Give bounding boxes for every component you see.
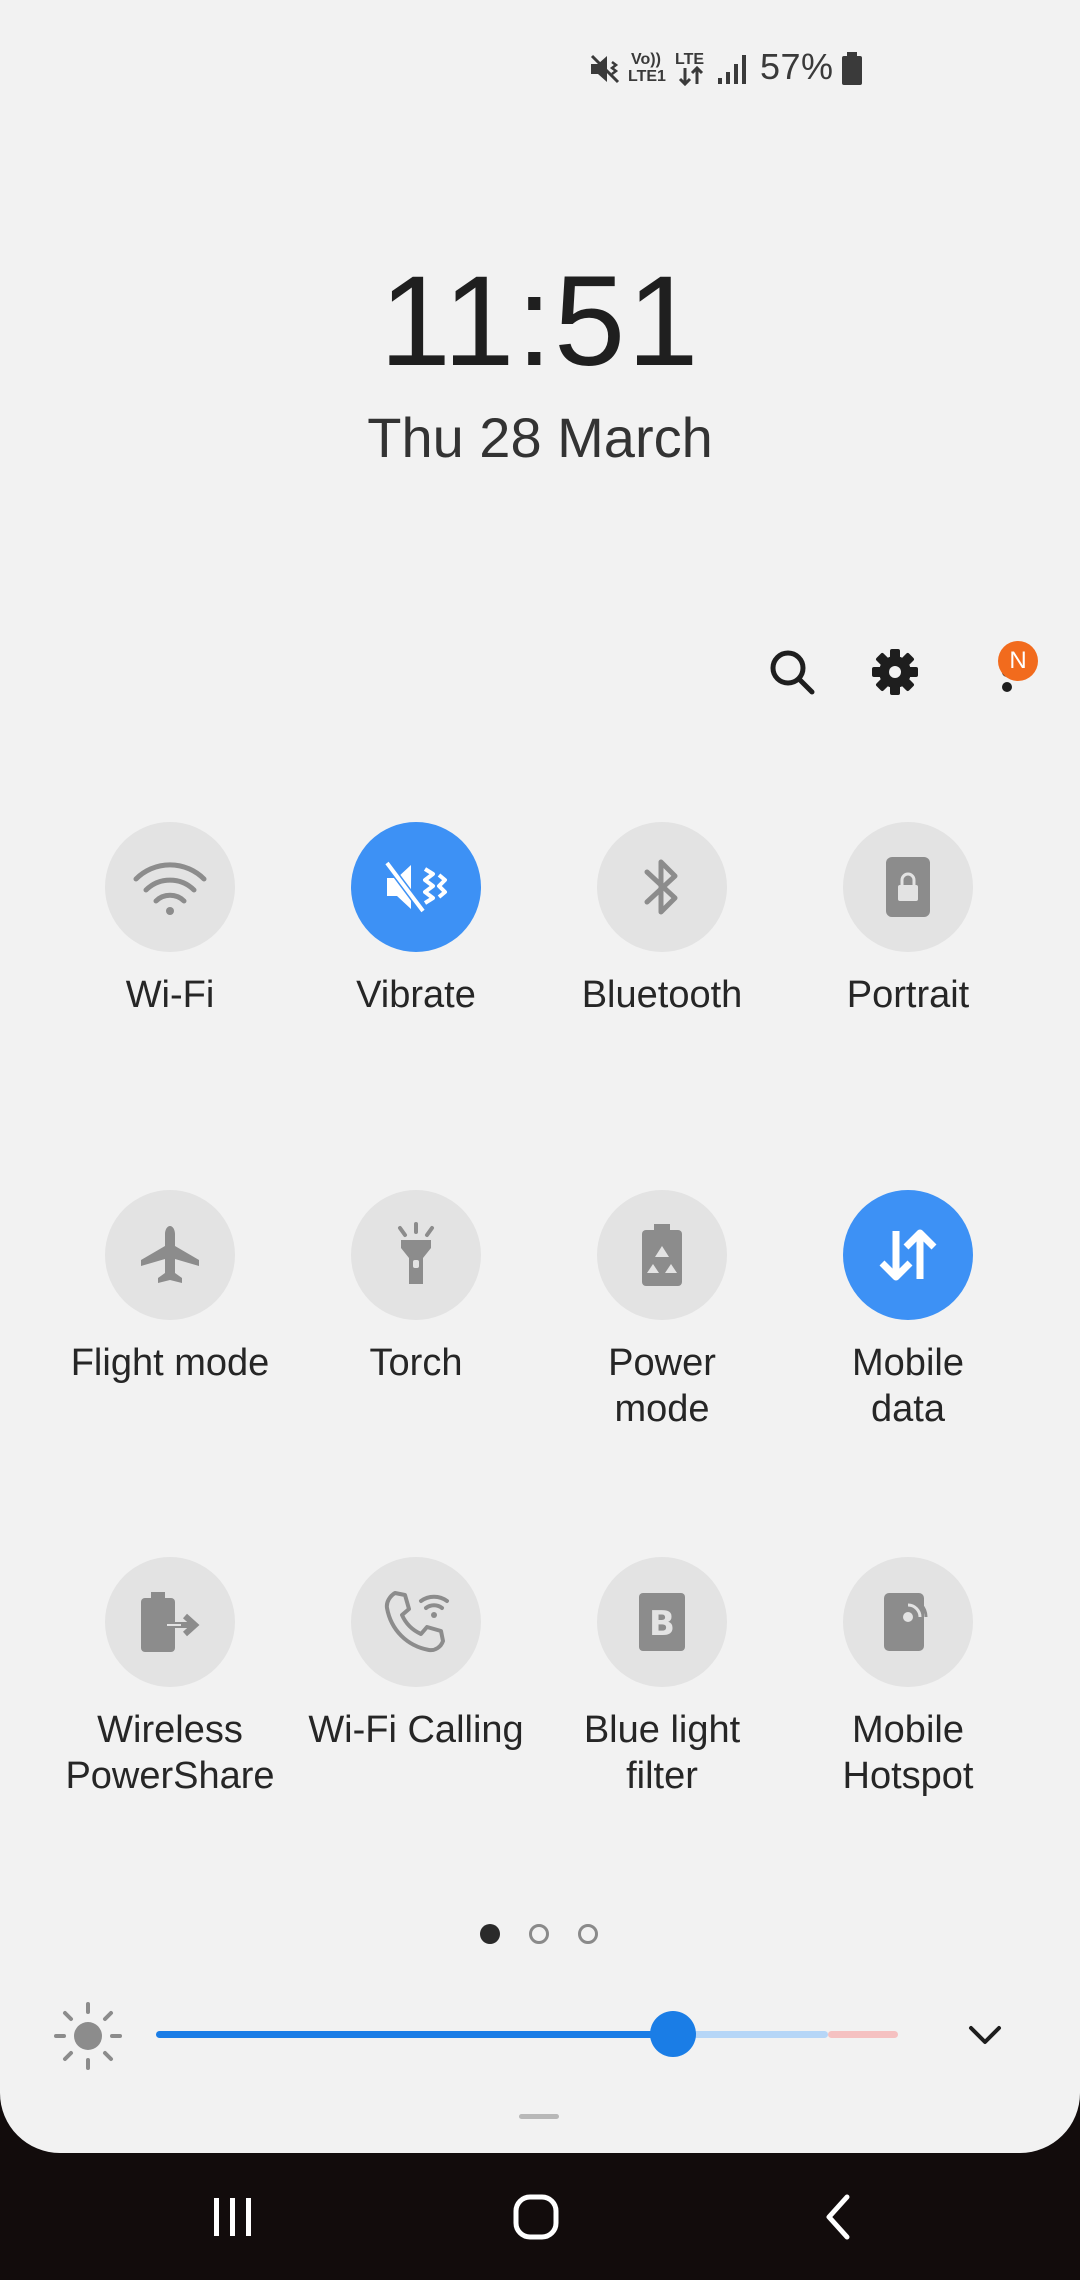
tile-flight-mode-label: Flight mode xyxy=(70,1342,270,1384)
tile-torch[interactable]: Torch xyxy=(293,1190,539,1386)
bluetooth-icon xyxy=(644,859,678,915)
search-icon xyxy=(770,650,815,695)
clock-time: 11:51 xyxy=(379,250,701,393)
tile-power-mode[interactable]: Power mode xyxy=(539,1190,785,1432)
battery-percent: 57% xyxy=(760,46,834,87)
notification-badge: N xyxy=(998,641,1038,681)
tile-wifi-calling[interactable]: Wi-Fi Calling xyxy=(293,1557,539,1753)
date-label: Thu 28 March xyxy=(367,406,713,469)
chevron-down-icon xyxy=(969,2026,1001,2044)
tile-wifi-label: Wi-Fi xyxy=(125,974,215,1016)
brightness-track-high[interactable] xyxy=(828,2031,898,2038)
lte-data-icon xyxy=(678,66,704,86)
tile-bluetooth-label: Bluetooth xyxy=(581,974,743,1016)
blue-light-filter-icon: B xyxy=(639,1593,685,1651)
mute-icon xyxy=(590,54,620,84)
tile-wifi[interactable]: Wi-Fi xyxy=(47,822,293,1018)
tile-bluetooth-toggle[interactable] xyxy=(597,822,727,952)
vibrate-icon xyxy=(384,860,447,914)
tile-vibrate-toggle[interactable] xyxy=(351,822,481,952)
tile-blue-light-filter[interactable]: B Blue light filter xyxy=(539,1557,785,1799)
panel-drag-handle[interactable] xyxy=(519,2114,559,2119)
recent-apps-button[interactable] xyxy=(193,2177,273,2257)
back-icon xyxy=(826,2194,850,2240)
svg-text:B: B xyxy=(649,1604,675,1644)
settings-button[interactable] xyxy=(860,637,930,707)
page-indicator-dot-1[interactable] xyxy=(480,1924,500,1944)
sun-icon xyxy=(54,2002,122,2070)
tile-power-mode-toggle[interactable] xyxy=(597,1190,727,1320)
battery-icon xyxy=(842,52,862,85)
tile-mobile-hotspot[interactable]: Mobile Hotspot xyxy=(785,1557,1031,1799)
brightness-track-empty[interactable] xyxy=(673,2031,828,2038)
power-mode-icon xyxy=(642,1224,682,1286)
wifi-icon xyxy=(133,862,207,915)
tile-mobile-data-label: Mobile data xyxy=(852,1342,964,1430)
brightness-track-filled[interactable] xyxy=(156,2031,673,2038)
tile-mobile-data[interactable]: Mobile data xyxy=(785,1190,1031,1432)
tile-mobile-data-toggle[interactable] xyxy=(843,1190,973,1320)
tile-mobile-hotspot-toggle[interactable] xyxy=(843,1557,973,1687)
tile-flight-mode-toggle[interactable] xyxy=(105,1190,235,1320)
tile-flight-mode[interactable]: Flight mode xyxy=(47,1190,293,1386)
tile-portrait[interactable]: Portrait xyxy=(785,822,1031,1018)
tile-mobile-hotspot-label: Mobile Hotspot xyxy=(842,1709,974,1797)
gear-icon xyxy=(872,649,918,695)
tile-torch-label: Torch xyxy=(369,1342,463,1384)
page-indicator-dot-3[interactable] xyxy=(578,1924,598,1944)
tile-portrait-toggle[interactable] xyxy=(843,822,973,952)
tile-bluetooth[interactable]: Bluetooth xyxy=(539,822,785,1018)
home-button[interactable] xyxy=(496,2177,576,2257)
volte-label: Vo)) xyxy=(631,51,661,68)
home-icon xyxy=(513,2194,559,2240)
torch-icon xyxy=(398,1222,434,1284)
tile-blue-light-filter-label: Blue light filter xyxy=(583,1709,741,1797)
tile-power-mode-label: Power mode xyxy=(608,1342,716,1430)
wireless-powershare-icon xyxy=(141,1592,200,1652)
tile-wireless-powershare-toggle[interactable] xyxy=(105,1557,235,1687)
portrait-lock-icon xyxy=(886,857,930,917)
tile-wireless-powershare[interactable]: Wireless PowerShare xyxy=(47,1557,293,1799)
tile-torch-toggle[interactable] xyxy=(351,1190,481,1320)
brightness-thumb[interactable] xyxy=(650,2011,696,2057)
back-button[interactable] xyxy=(799,2177,879,2257)
airplane-icon xyxy=(141,1226,199,1283)
tile-wifi-toggle[interactable] xyxy=(105,822,235,952)
tile-wireless-powershare-label: Wireless PowerShare xyxy=(65,1709,275,1797)
tile-blue-light-filter-toggle[interactable]: B xyxy=(597,1557,727,1687)
search-button[interactable] xyxy=(757,637,827,707)
mobile-hotspot-icon xyxy=(884,1593,928,1651)
tile-portrait-label: Portrait xyxy=(846,974,970,1016)
tile-vibrate-label: Vibrate xyxy=(356,974,476,1016)
tile-vibrate[interactable]: Vibrate xyxy=(293,822,539,1018)
expand-button[interactable] xyxy=(950,1999,1020,2069)
page-indicator-dot-2[interactable] xyxy=(529,1924,549,1944)
tile-wifi-calling-label: Wi-Fi Calling xyxy=(308,1709,524,1751)
lte1-label: LTE1 xyxy=(628,68,666,85)
tile-wifi-calling-toggle[interactable] xyxy=(351,1557,481,1687)
recent-apps-icon xyxy=(214,2198,251,2236)
quick-settings-panel: Vo)) LTE1 LTE 57% 11:51 Thu 28 March N W… xyxy=(0,0,1080,2153)
mobile-data-icon xyxy=(879,1229,937,1281)
wifi-calling-icon xyxy=(384,1591,449,1653)
signal-icon xyxy=(718,55,746,84)
